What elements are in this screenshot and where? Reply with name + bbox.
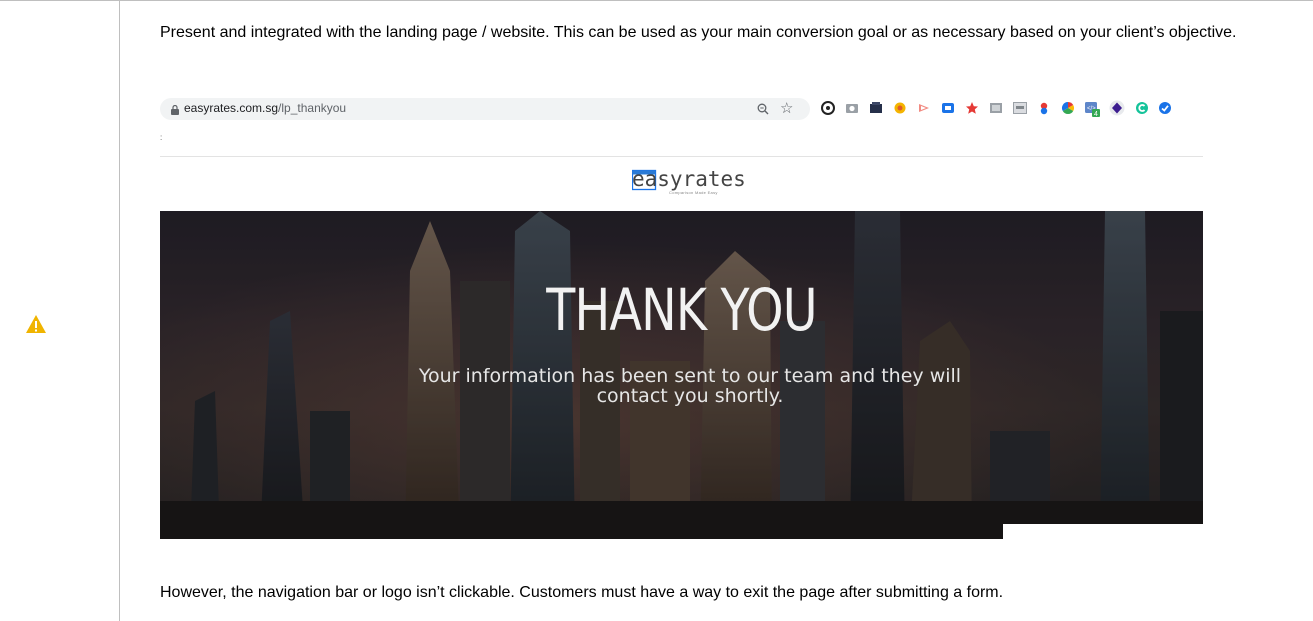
intro-paragraph: Present and integrated with the landing … <box>160 24 1237 41</box>
extension-icon-3[interactable] <box>869 101 883 115</box>
extension-icon-6[interactable] <box>941 101 955 115</box>
browser-toolbar: easyrates.com.sg/lp_thankyou ☆ </> 4 <box>160 95 1203 123</box>
extension-icon-11[interactable] <box>1061 101 1075 115</box>
url-path: /lp_thankyou <box>278 101 347 115</box>
warning-triangle-icon <box>26 315 46 333</box>
column-divider <box>119 0 120 621</box>
extension-icon-7[interactable] <box>965 101 979 115</box>
extension-icon-2[interactable] <box>845 101 859 115</box>
extension-icon-10[interactable] <box>1037 101 1051 115</box>
hero-message-line-1: Your information has been sent to our te… <box>418 365 962 387</box>
star-icon[interactable]: ☆ <box>780 101 793 117</box>
extension-icon-9[interactable] <box>1013 101 1027 115</box>
hero-message-line-2: contact you shortly. <box>596 385 784 407</box>
zoom-icon[interactable] <box>757 103 769 115</box>
hero-banner: THANK YOU Your information has been sent… <box>160 211 1203 539</box>
address-bar[interactable]: easyrates.com.sg/lp_thankyou ☆ <box>160 98 810 120</box>
extension-icon-12[interactable]: </> 4 <box>1085 101 1101 117</box>
top-rule <box>0 0 1313 1</box>
extension-icon-13[interactable] <box>1109 100 1125 116</box>
embedded-screenshot: easyrates.com.sg/lp_thankyou ☆ </> 4: e… <box>160 95 1203 539</box>
extension-icon-14[interactable] <box>1135 101 1149 115</box>
hero-corner-patch <box>1003 524 1203 539</box>
url-host: easyrates.com.sg <box>184 101 279 115</box>
extension-icon-4[interactable] <box>893 101 907 115</box>
hero-title: THANK YOU <box>546 276 817 344</box>
page-header-divider <box>160 156 1203 157</box>
extension-badge: 4 <box>1094 111 1098 117</box>
extension-icon-1[interactable] <box>821 101 835 115</box>
extension-icon-5[interactable] <box>917 101 931 115</box>
url-text: easyrates.com.sg/lp_thankyou <box>184 101 346 115</box>
outro-paragraph: However, the navigation bar or logo isn’… <box>160 584 1004 601</box>
page-artifact: : <box>160 133 163 142</box>
lock-icon <box>171 105 179 115</box>
logo-tagline: Comparison Made Easy <box>669 190 718 195</box>
logo-text: easyrates <box>632 167 746 191</box>
hero-message: Your information has been sent to our te… <box>390 366 990 406</box>
site-logo: easyrates Comparison Made Easy <box>632 167 762 195</box>
extension-icon-8[interactable] <box>989 101 1003 115</box>
extension-icon-15[interactable] <box>1158 101 1172 115</box>
